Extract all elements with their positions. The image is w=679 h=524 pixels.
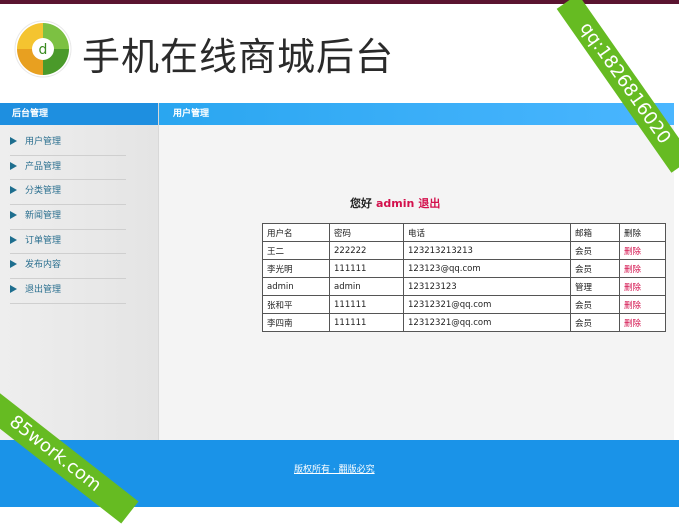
main-content: 用户管理 您好 admin 退出 用户名 密码 电话 邮箱 删除 王二 222222… bbox=[159, 103, 674, 440]
cell-phone: 12312321@qq.com bbox=[403, 313, 571, 332]
table-row: 张和平 111111 12312321@qq.com 会员 删除 bbox=[262, 295, 666, 314]
column-header: 电话 bbox=[403, 223, 571, 242]
delete-link[interactable]: 删除 bbox=[619, 277, 666, 296]
column-header: 密码 bbox=[329, 223, 404, 242]
users-table: 用户名 密码 电话 邮箱 删除 王二 222222 123213213213 会… bbox=[262, 223, 666, 332]
arrow-right-icon bbox=[10, 137, 17, 145]
sidebar-item-logout[interactable]: 退出管理 bbox=[10, 279, 126, 304]
arrow-right-icon bbox=[10, 235, 17, 244]
greeting-text: 您好 bbox=[350, 197, 372, 210]
column-header: 删除 bbox=[619, 223, 666, 242]
cell-role: 会员 bbox=[570, 259, 620, 278]
cell-phone: 123123123 bbox=[403, 277, 571, 296]
sidebar-menu: 用户管理 产品管理 分类管理 新闻管理 订单管理 发布内容 退出管理 bbox=[0, 131, 158, 304]
delete-link[interactable]: 删除 bbox=[619, 259, 666, 278]
arrow-right-icon bbox=[10, 186, 17, 195]
copyright-link[interactable]: 版权所有 · 翻版必究 bbox=[294, 462, 375, 475]
sidebar-item-publish-content[interactable]: 发布内容 bbox=[10, 254, 126, 280]
delete-link[interactable]: 删除 bbox=[619, 295, 666, 314]
column-header: 邮箱 bbox=[570, 223, 620, 242]
table-row: 王二 222222 123213213213 会员 删除 bbox=[262, 241, 666, 260]
arrow-right-icon bbox=[10, 285, 17, 294]
cell-role: 管理 bbox=[570, 277, 620, 296]
cell-phone: 12312321@qq.com bbox=[403, 295, 571, 314]
username: admin bbox=[376, 197, 415, 210]
cell-username: 张和平 bbox=[262, 295, 330, 314]
site-title: 手机在线商城后台 bbox=[82, 35, 395, 79]
sidebar-item-label: 发布内容 bbox=[25, 260, 62, 271]
table-row: 李光明 111111 123123@qq.com 会员 删除 bbox=[262, 259, 666, 278]
cell-role: 会员 bbox=[570, 241, 620, 260]
section-title: 用户管理 bbox=[159, 103, 674, 125]
cell-username: admin bbox=[262, 277, 330, 296]
cell-password: admin bbox=[329, 277, 404, 296]
logo-icon: d bbox=[14, 20, 72, 78]
sidebar-item-user-management[interactable]: 用户管理 bbox=[10, 131, 126, 156]
sidebar-item-order-management[interactable]: 订单管理 bbox=[10, 230, 126, 255]
cell-role: 会员 bbox=[570, 295, 620, 314]
table-row: 李四南 111111 12312321@qq.com 会员 删除 bbox=[262, 313, 666, 332]
cell-username: 李光明 bbox=[262, 259, 330, 278]
sidebar-item-label: 订单管理 bbox=[25, 235, 62, 246]
sidebar-item-label: 退出管理 bbox=[25, 285, 62, 296]
arrow-right-icon bbox=[10, 260, 17, 269]
delete-link[interactable]: 删除 bbox=[619, 313, 666, 332]
arrow-right-icon bbox=[10, 161, 17, 170]
cell-password: 222222 bbox=[329, 241, 404, 260]
sidebar-item-product-management[interactable]: 产品管理 bbox=[10, 156, 126, 181]
cell-phone: 123213213213 bbox=[403, 241, 571, 260]
arrow-right-icon bbox=[10, 211, 17, 220]
cell-password: 111111 bbox=[329, 313, 404, 332]
cell-role: 会员 bbox=[570, 313, 620, 332]
sidebar-item-label: 新闻管理 bbox=[25, 211, 62, 222]
delete-link[interactable]: 删除 bbox=[619, 241, 666, 260]
sidebar-item-news-management[interactable]: 新闻管理 bbox=[10, 205, 126, 230]
sidebar-item-label: 用户管理 bbox=[25, 137, 62, 147]
sidebar-item-label: 产品管理 bbox=[25, 161, 62, 172]
cell-username: 王二 bbox=[262, 241, 330, 260]
cell-phone: 123123@qq.com bbox=[403, 259, 571, 278]
sidebar-item-category-management[interactable]: 分类管理 bbox=[10, 180, 126, 206]
cell-password: 111111 bbox=[329, 295, 404, 314]
logout-link[interactable]: 退出 bbox=[418, 197, 440, 210]
table-header-row: 用户名 密码 电话 邮箱 删除 bbox=[262, 223, 666, 242]
table-row: admin admin 123123123 管理 删除 bbox=[262, 277, 666, 296]
sidebar-item-label: 分类管理 bbox=[25, 186, 62, 197]
svg-text:d: d bbox=[39, 42, 48, 58]
sidebar: 后台管理 用户管理 产品管理 分类管理 新闻管理 订单管理 发布内容 退出管理 bbox=[0, 103, 159, 440]
greeting: 您好 admin 退出 bbox=[350, 195, 440, 211]
cell-password: 111111 bbox=[329, 259, 404, 278]
cell-username: 李四南 bbox=[262, 313, 330, 332]
sidebar-title: 后台管理 bbox=[0, 103, 158, 125]
column-header: 用户名 bbox=[262, 223, 330, 242]
